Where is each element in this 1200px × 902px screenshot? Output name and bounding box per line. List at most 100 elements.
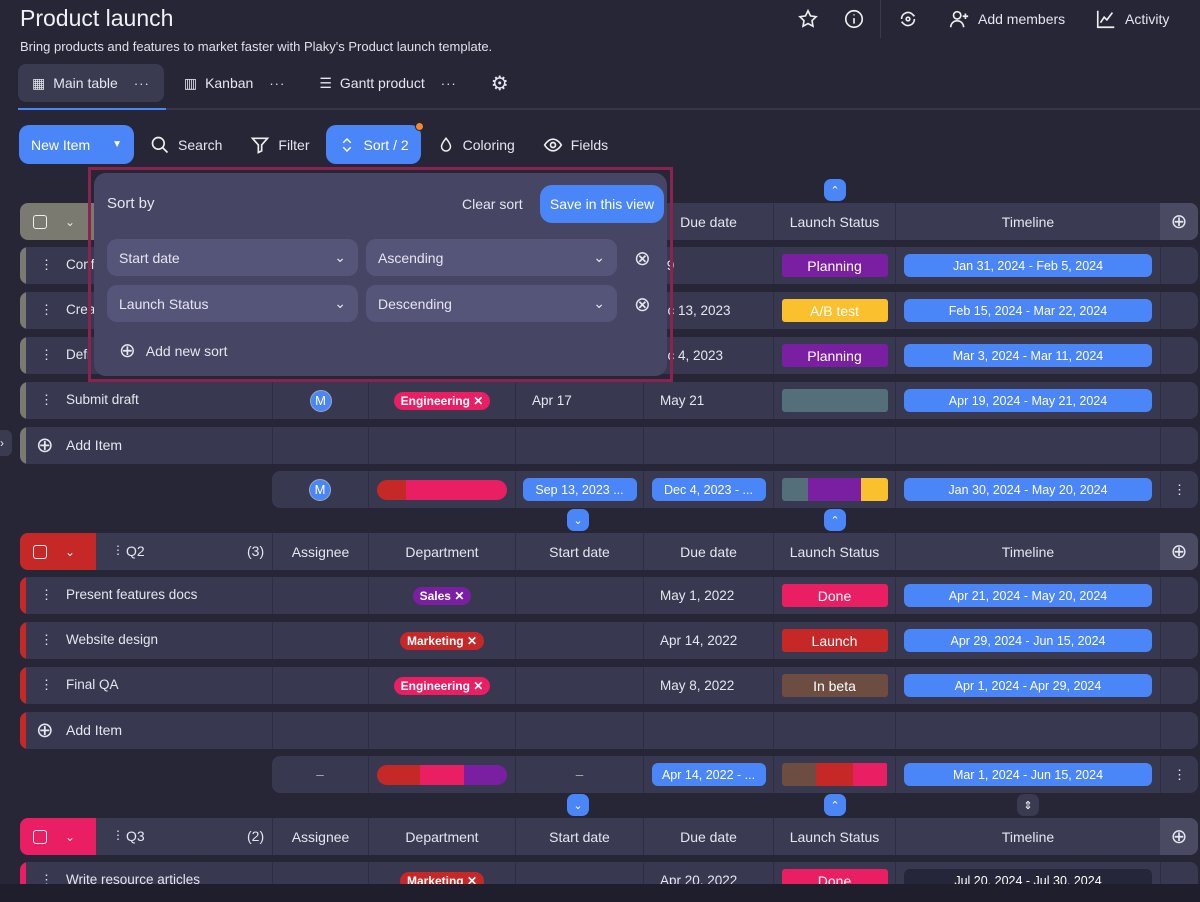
add-column-plus-icon[interactable]: ⊕ [1160, 818, 1198, 855]
status-badge[interactable]: Planning [781, 254, 888, 277]
more-icon[interactable]: ··· [269, 76, 285, 91]
due-date-range[interactable]: Apr 14, 2022 - ... [651, 763, 766, 786]
sort-indicator-chevron-icon[interactable]: ⌄ [567, 509, 589, 531]
department-tag[interactable]: Marketing ✕ [399, 631, 485, 650]
status-badge[interactable] [781, 389, 888, 412]
item-name[interactable]: Submit draft [66, 392, 139, 407]
item-name[interactable]: Defi [66, 347, 90, 362]
caret-down-icon[interactable]: ▼ [112, 139, 122, 150]
department-tag[interactable]: Sales ✕ [412, 586, 472, 605]
timeline-bar[interactable]: Apr 19, 2024 - May 21, 2024 [904, 389, 1152, 412]
remove-sort-close-icon[interactable]: ⊗ [634, 246, 651, 271]
group-checkbox[interactable] [33, 214, 47, 229]
column-header-label[interactable]: Department [405, 829, 478, 845]
add-item-label[interactable]: Add Item [66, 722, 122, 738]
sort-indicator-chevron-icon[interactable]: ⇕ [1017, 794, 1039, 816]
add-item-row[interactable]: ⊕ Add Item [20, 712, 1198, 749]
table-row[interactable]: ⋮ Final QA Engineering ✕ May 8, 2022 In beta… [20, 667, 1198, 704]
timeline-bar[interactable]: Jan 31, 2024 - Feb 5, 2024 [904, 254, 1152, 277]
sort-button[interactable]: Sort / 2 [325, 122, 424, 164]
due-date[interactable]: Apr 14, 2022 [660, 633, 737, 648]
add-column-plus-icon[interactable]: ⊕ [1160, 533, 1198, 570]
settings-gear-icon[interactable]: ⚙ [477, 64, 523, 102]
add-item-row[interactable]: ⊕ Add Item [20, 427, 1198, 464]
column-header-label[interactable]: Assignee [292, 544, 350, 560]
timeline-bar[interactable]: Apr 1, 2024 - Apr 29, 2024 [904, 674, 1152, 697]
due-date-range[interactable]: Dec 4, 2023 - ... [651, 478, 766, 501]
due-date[interactable]: May 1, 2022 [660, 588, 734, 603]
row-menu-icon[interactable]: ⋮ [40, 632, 53, 648]
search-button[interactable]: Search [138, 125, 234, 164]
sort-order-select[interactable]: Ascending ⌄ [366, 239, 617, 276]
summary-menu-icon[interactable]: ⋮ [1160, 756, 1198, 793]
row-menu-icon[interactable]: ⋮ [40, 347, 53, 363]
add-members-button[interactable]: Add members [948, 8, 1065, 30]
chevron-down-icon[interactable]: ⌄ [65, 215, 75, 229]
timeline-range[interactable]: Mar 1, 2024 - Jun 15, 2024 [904, 763, 1152, 786]
item-name[interactable]: Present features docs [66, 587, 197, 602]
column-header-label[interactable]: Assignee [292, 829, 350, 845]
column-header-label[interactable]: Start date [549, 829, 610, 845]
sort-indicator-chevron-icon[interactable]: ⌄ [567, 794, 589, 816]
sort-field-select[interactable]: Launch Status ⌄ [107, 285, 358, 322]
star-icon[interactable] [797, 8, 819, 30]
start-date[interactable]: Apr 17 [532, 393, 572, 408]
due-date[interactable]: May 8, 2022 [660, 678, 734, 693]
row-menu-icon[interactable]: ⋮ [40, 257, 53, 273]
table-row[interactable]: ⋮ Present features docs Sales ✕ May 1, 2022… [20, 577, 1198, 614]
status-badge[interactable]: Planning [781, 344, 888, 367]
table-row[interactable]: ⋮ Website design Marketing ✕ Apr 14, 2022 La… [20, 622, 1198, 659]
start-date-range[interactable]: – [576, 767, 584, 782]
summary-menu-icon[interactable]: ⋮ [1160, 471, 1198, 508]
horizontal-scrollbar[interactable] [0, 884, 1200, 902]
remove-sort-close-icon[interactable]: ⊗ [634, 292, 651, 317]
column-header-label[interactable]: Department [405, 544, 478, 560]
sync-icon[interactable] [897, 8, 919, 30]
start-date-range[interactable]: Sep 13, 2023 ... [522, 478, 637, 501]
chevron-down-icon[interactable]: ⌄ [65, 830, 75, 844]
group-checkbox[interactable] [33, 829, 47, 844]
tab-kanban[interactable]: ▥ Kanban ··· [170, 64, 300, 102]
column-header-label[interactable]: Launch Status [790, 214, 880, 230]
column-header-label[interactable]: Start date [549, 544, 610, 560]
add-new-sort-button[interactable]: ⊕ Add new sort [119, 338, 227, 363]
timeline-bar[interactable]: Apr 29, 2024 - Jun 15, 2024 [904, 629, 1152, 652]
department-tag[interactable]: Engineering ✕ [393, 391, 491, 410]
group-name[interactable]: Q2 [126, 543, 145, 559]
drag-handle-icon[interactable]: ⋮ [112, 543, 124, 557]
due-date[interactable]: May 21 [660, 393, 704, 408]
status-badge[interactable]: In beta [781, 674, 888, 697]
drag-handle-icon[interactable]: ⋮ [112, 828, 124, 842]
column-header-label[interactable]: Launch Status [790, 544, 880, 560]
column-header-label[interactable]: Due date [680, 544, 737, 560]
more-icon[interactable]: ··· [134, 76, 150, 91]
sort-field-select[interactable]: Start date ⌄ [107, 239, 358, 276]
save-in-view-button[interactable]: Save in this view [540, 185, 664, 223]
timeline-bar[interactable]: Apr 21, 2024 - May 20, 2024 [904, 584, 1152, 607]
row-menu-icon[interactable]: ⋮ [40, 392, 53, 408]
row-menu-icon[interactable]: ⋮ [40, 302, 53, 318]
new-item-button[interactable]: New Item ▼ [19, 125, 135, 164]
row-menu-icon[interactable]: ⋮ [40, 587, 53, 603]
status-badge[interactable]: A/B test [781, 299, 888, 322]
expand-sidebar-chevron-icon[interactable]: › [0, 430, 12, 456]
timeline-range[interactable]: Jan 30, 2024 - May 20, 2024 [904, 478, 1152, 501]
coloring-button[interactable]: Coloring [425, 125, 527, 164]
tab-gantt[interactable]: ☰ Gantt product ··· [305, 64, 470, 102]
group-name[interactable]: Q3 [126, 828, 145, 844]
status-badge[interactable]: Done [781, 584, 888, 607]
activity-button[interactable]: Activity [1095, 8, 1169, 30]
item-name[interactable]: Final QA [66, 677, 119, 692]
column-header-label[interactable]: Timeline [1002, 214, 1054, 230]
fields-button[interactable]: Fields [531, 125, 620, 164]
group-checkbox[interactable] [33, 544, 47, 559]
sort-indicator-chevron-icon[interactable]: ⌃ [824, 179, 846, 201]
avatar[interactable]: M [309, 389, 332, 412]
column-header-label[interactable]: Due date [680, 829, 737, 845]
department-tag[interactable]: Engineering ✕ [393, 676, 491, 695]
timeline-bar[interactable]: Mar 3, 2024 - Mar 11, 2024 [904, 344, 1152, 367]
status-badge[interactable]: Launch [781, 629, 888, 652]
column-header-label[interactable]: Due date [680, 214, 737, 230]
chevron-down-icon[interactable]: ⌄ [65, 545, 75, 559]
more-icon[interactable]: ··· [441, 76, 457, 91]
